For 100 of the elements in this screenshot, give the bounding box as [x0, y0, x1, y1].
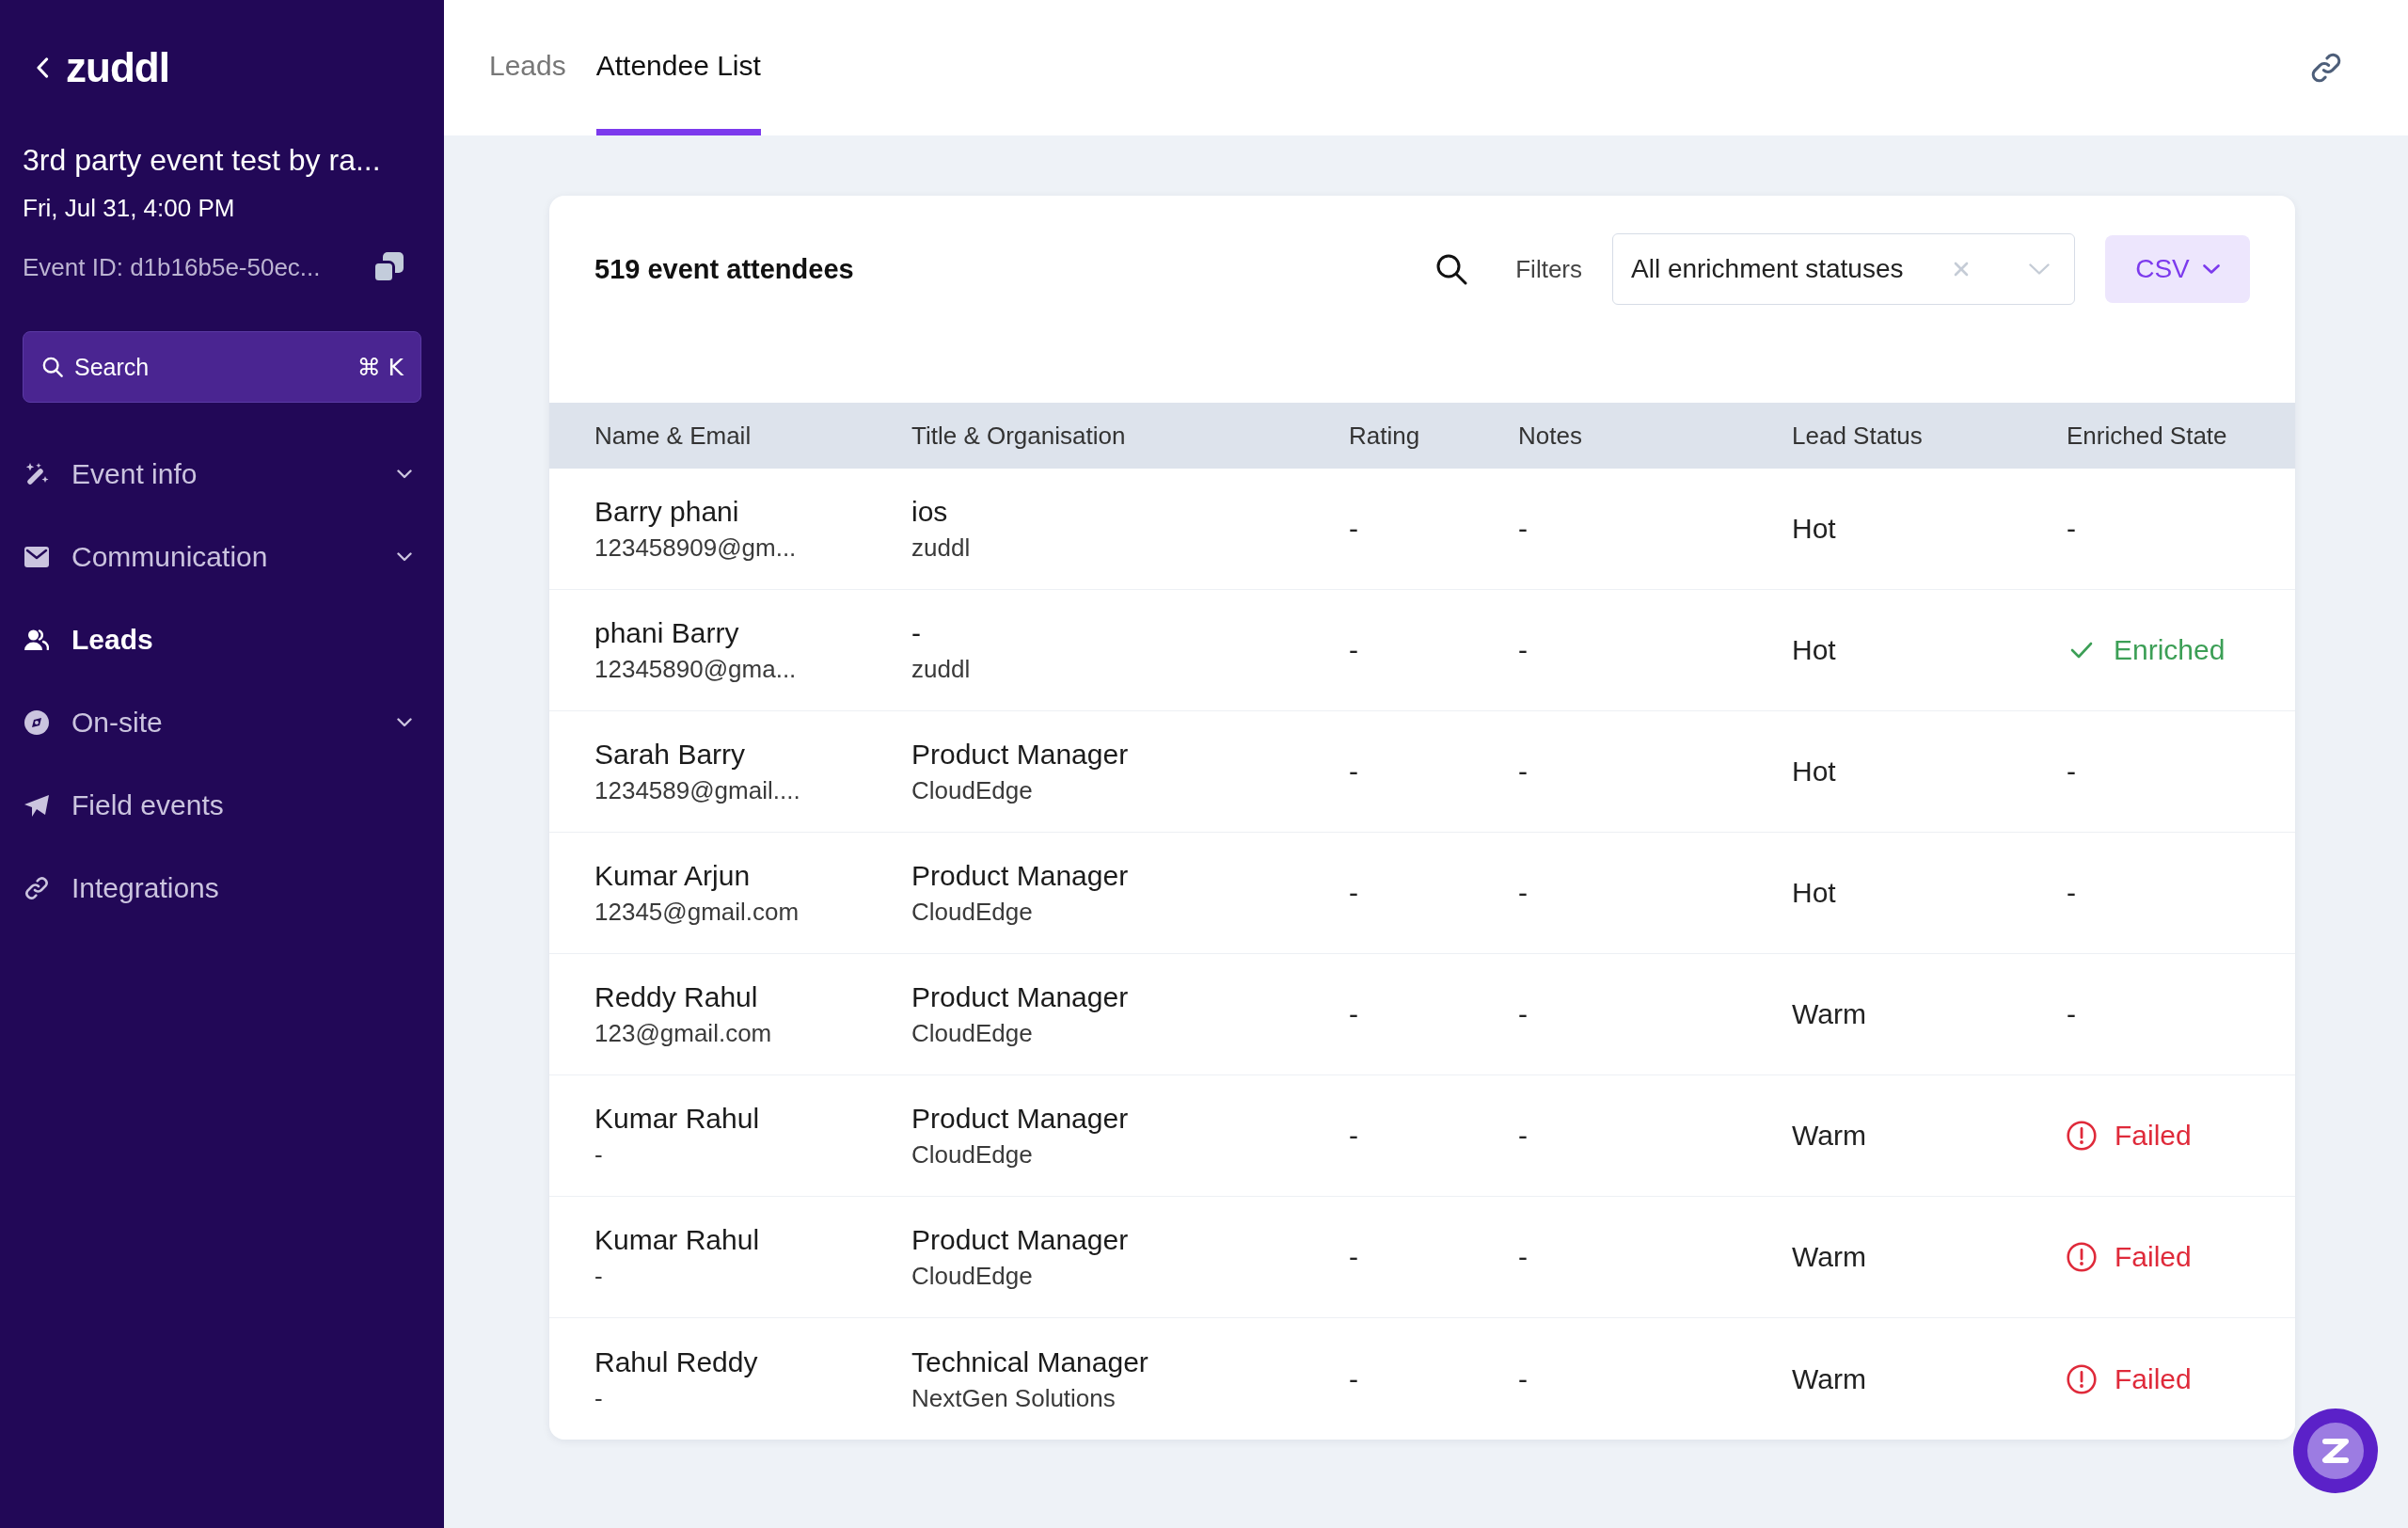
attendee-name: Sarah Barry	[594, 738, 746, 772]
alert-circle-icon	[2067, 1363, 2097, 1394]
attendee-email: -	[594, 1261, 603, 1291]
search-button[interactable]: Search ⌘ K	[23, 331, 421, 403]
organisation-name: CloudEdge	[911, 775, 1033, 805]
attendee-email: 1234589@gmail....	[594, 775, 800, 805]
search-icon	[42, 357, 63, 377]
column-header: Rating	[1349, 421, 1420, 451]
check-icon	[2070, 642, 2093, 659]
enrichment-status: -	[2067, 876, 2076, 910]
alert-circle-icon	[2067, 1242, 2097, 1272]
organisation-name: zuddl	[911, 654, 971, 684]
enrichment-filter-dropdown[interactable]: All enrichment statuses	[1612, 233, 2075, 305]
chevron-down-icon	[397, 470, 412, 479]
chevron-down-icon	[397, 718, 412, 727]
column-header: Title & Organisation	[911, 421, 1126, 451]
people-icon	[24, 629, 49, 650]
chevron-down-icon	[2202, 264, 2220, 274]
notes-value: -	[1518, 1240, 1528, 1274]
lead-status: Hot	[1792, 876, 1836, 910]
organisation-name: CloudEdge	[911, 1139, 1033, 1170]
logo: zuddl	[66, 47, 169, 88]
lead-status: Warm	[1792, 1361, 1866, 1396]
attendee-name: Kumar Rahul	[594, 1102, 760, 1136]
csv-export-button[interactable]: CSV	[2105, 235, 2250, 303]
notes-value: -	[1518, 512, 1528, 546]
chevron-down-icon	[397, 552, 412, 562]
filters-label: Filters	[1515, 254, 1582, 285]
lead-status: Hot	[1792, 633, 1836, 667]
rating-value: -	[1349, 1240, 1358, 1274]
nav-item[interactable]: Leads	[23, 598, 421, 681]
attendee-email: 123@gmail.com	[594, 1018, 772, 1048]
rating-value: -	[1349, 1119, 1358, 1153]
alert-circle-icon	[2067, 1121, 2097, 1151]
panel-title: 519 event attendees	[594, 253, 854, 286]
job-title: ios	[911, 495, 948, 529]
attendee-name: phani Barry	[594, 616, 739, 650]
attendee-name: Barry phani	[594, 495, 739, 529]
notes-value: -	[1518, 997, 1528, 1031]
column-header: Notes	[1518, 421, 1582, 451]
shortcut-hint: ⌘ K	[356, 353, 404, 381]
nav-item[interactable]: Integrations	[23, 847, 421, 930]
lead-status: Hot	[1792, 512, 1836, 546]
nav-item[interactable]: Event info	[23, 433, 421, 516]
organisation-name: CloudEdge	[911, 897, 1033, 927]
compass-icon	[24, 710, 49, 735]
column-header: Lead Status	[1792, 421, 1923, 451]
search-icon[interactable]	[1435, 253, 1468, 285]
enrichment-status: -	[2067, 755, 2076, 788]
paper-plane-icon	[24, 794, 49, 817]
organisation-name: CloudEdge	[911, 1261, 1033, 1291]
rating-value: -	[1349, 1361, 1358, 1396]
attendee-name: Kumar Arjun	[594, 859, 751, 893]
back-icon[interactable]	[36, 57, 49, 78]
job-title: Product Manager	[911, 1223, 1129, 1257]
attendee-email: -	[594, 1382, 603, 1413]
attendee-name: Kumar Rahul	[594, 1223, 760, 1257]
enrichment-status: Failed	[2115, 1240, 2192, 1274]
organisation-name: NextGen Solutions	[911, 1382, 1116, 1413]
organisation-name: zuddl	[911, 533, 971, 563]
nav-item[interactable]: Field events	[23, 764, 421, 847]
chevron-down-icon	[2029, 263, 2050, 275]
column-header: Name & Email	[594, 421, 752, 451]
event-title: 3rd party event test by ra...	[23, 142, 381, 179]
tab[interactable]: Attendee List	[595, 0, 761, 135]
enrichment-status: Failed	[2115, 1361, 2192, 1396]
magic-wand-icon	[24, 462, 49, 486]
rating-value: -	[1349, 512, 1358, 546]
attendee-email: 12345890@gma...	[594, 654, 797, 684]
job-title: Product Manager	[911, 1102, 1129, 1136]
rating-value: -	[1349, 755, 1358, 788]
rating-value: -	[1349, 633, 1358, 667]
enrichment-status: Enriched	[2114, 633, 2226, 667]
envelope-icon	[24, 547, 49, 567]
attendee-name: Reddy Rahul	[594, 980, 758, 1014]
job-title: Technical Manager	[911, 1345, 1149, 1379]
attendee-email: -	[594, 1139, 603, 1170]
attendee-email: 12345@gmail.com	[594, 897, 800, 927]
job-title: Product Manager	[911, 738, 1129, 772]
nav-item[interactable]: Communication	[23, 516, 421, 598]
job-title: -	[911, 616, 921, 650]
notes-value: -	[1518, 755, 1528, 788]
rating-value: -	[1349, 876, 1358, 910]
notes-value: -	[1518, 633, 1528, 667]
lead-status: Warm	[1792, 1119, 1866, 1153]
logo-icon	[2307, 1423, 2364, 1479]
enrichment-status: -	[2067, 997, 2076, 1031]
enrichment-status: Failed	[2115, 1119, 2192, 1153]
link-icon[interactable]	[2310, 52, 2342, 84]
job-title: Product Manager	[911, 980, 1129, 1014]
rating-value: -	[1349, 997, 1358, 1031]
attendee-name: Rahul Reddy	[594, 1345, 758, 1379]
tab[interactable]: Leads	[489, 0, 566, 135]
nav-item[interactable]: On-site	[23, 681, 421, 764]
enrichment-status: -	[2067, 512, 2076, 546]
event-date: Fri, Jul 31, 4:00 PM	[23, 193, 235, 224]
notes-value: -	[1518, 876, 1528, 910]
column-header: Enriched State	[2067, 421, 2227, 451]
copy-icon[interactable]	[372, 251, 404, 283]
attendee-email: 123458909@gm...	[594, 533, 797, 563]
